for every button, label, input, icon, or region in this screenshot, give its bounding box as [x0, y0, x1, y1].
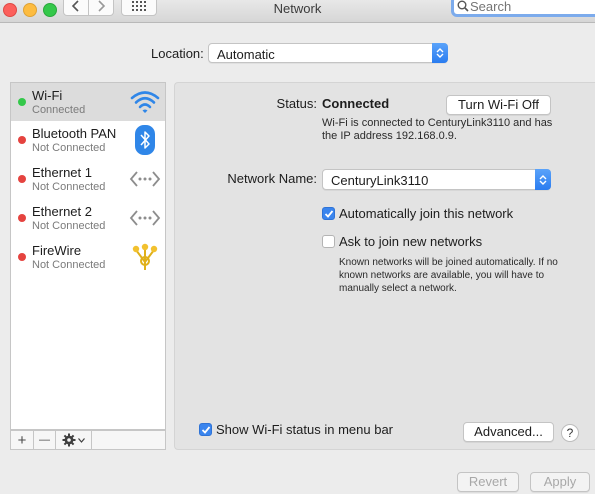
service-status: Connected — [32, 104, 86, 116]
auto-join-checkbox[interactable] — [322, 207, 335, 220]
turn-wifi-off-button[interactable]: Turn Wi-Fi Off — [446, 95, 551, 115]
status-dot — [18, 253, 26, 261]
search-icon — [457, 0, 469, 12]
ask-join-description: Known networks will be joined automatica… — [339, 257, 558, 294]
ethernet-icon — [129, 203, 161, 233]
bluetooth-icon — [129, 125, 161, 155]
add-service-button[interactable]: + — [11, 431, 34, 449]
minus-icon: — — [39, 434, 50, 446]
show-wifi-status-checkbox[interactable] — [199, 423, 212, 436]
network-name-value: CenturyLink3110 — [331, 173, 429, 188]
remove-service-button[interactable]: — — [34, 431, 56, 449]
network-name-popup[interactable]: CenturyLink3110 — [322, 169, 551, 190]
wifi-icon — [129, 87, 161, 117]
service-list: Wi-Fi Connected Bluetooth PAN Not Connec… — [10, 82, 166, 430]
service-status: Not Connected — [32, 181, 106, 193]
chevron-down-icon — [78, 437, 85, 443]
status-dot — [18, 98, 26, 106]
status-description: Wi-Fi is connected to CenturyLink3110 an… — [322, 117, 553, 142]
checkmark-icon — [324, 210, 334, 218]
firewire-icon — [129, 242, 161, 272]
service-status: Not Connected — [32, 220, 106, 232]
search-input[interactable] — [470, 0, 590, 14]
popup-arrows-icon — [535, 169, 551, 190]
service-status: Not Connected — [32, 142, 106, 154]
service-status: Not Connected — [32, 259, 106, 271]
plus-icon: + — [17, 431, 27, 449]
service-name: Ethernet 2 — [32, 204, 92, 219]
status-value: Connected — [322, 96, 390, 111]
ask-join-label[interactable]: Ask to join new networks — [339, 234, 482, 249]
apply-button[interactable]: Apply — [530, 472, 590, 492]
show-wifi-status-label[interactable]: Show Wi-Fi status in menu bar — [216, 422, 393, 437]
revert-button[interactable]: Revert — [457, 472, 519, 492]
service-item-wifi[interactable]: Wi-Fi Connected — [11, 83, 165, 121]
gear-icon — [62, 433, 76, 447]
advanced-button[interactable]: Advanced... — [463, 422, 554, 442]
location-popup[interactable]: Automatic — [208, 43, 448, 63]
network-name-label: Network Name: — [227, 171, 317, 186]
search-field[interactable] — [451, 0, 595, 17]
service-list-toolbar: + — — [10, 430, 166, 450]
location-label: Location: — [151, 46, 204, 61]
ethernet-icon — [129, 164, 161, 194]
status-dot — [18, 214, 26, 222]
location-value: Automatic — [217, 47, 275, 62]
title-bar: Network — [0, 0, 595, 23]
checkmark-icon — [201, 426, 211, 434]
service-item-ethernet-2[interactable]: Ethernet 2 Not Connected — [11, 199, 165, 237]
status-dot — [18, 136, 26, 144]
status-label: Status: — [276, 96, 317, 111]
service-name: Ethernet 1 — [32, 165, 92, 180]
ask-join-checkbox[interactable] — [322, 235, 335, 248]
service-name: FireWire — [32, 243, 82, 258]
help-button[interactable]: ? — [561, 424, 579, 442]
service-item-firewire[interactable]: FireWire Not Connected — [11, 238, 165, 276]
action-menu-button[interactable] — [56, 431, 92, 449]
service-name: Bluetooth PAN — [32, 126, 117, 141]
auto-join-label[interactable]: Automatically join this network — [339, 206, 513, 221]
service-name: Wi-Fi — [32, 88, 63, 103]
service-item-bluetooth-pan[interactable]: Bluetooth PAN Not Connected — [11, 121, 165, 159]
popup-arrows-icon — [432, 43, 448, 63]
status-dot — [18, 175, 26, 183]
service-item-ethernet-1[interactable]: Ethernet 1 Not Connected — [11, 160, 165, 198]
